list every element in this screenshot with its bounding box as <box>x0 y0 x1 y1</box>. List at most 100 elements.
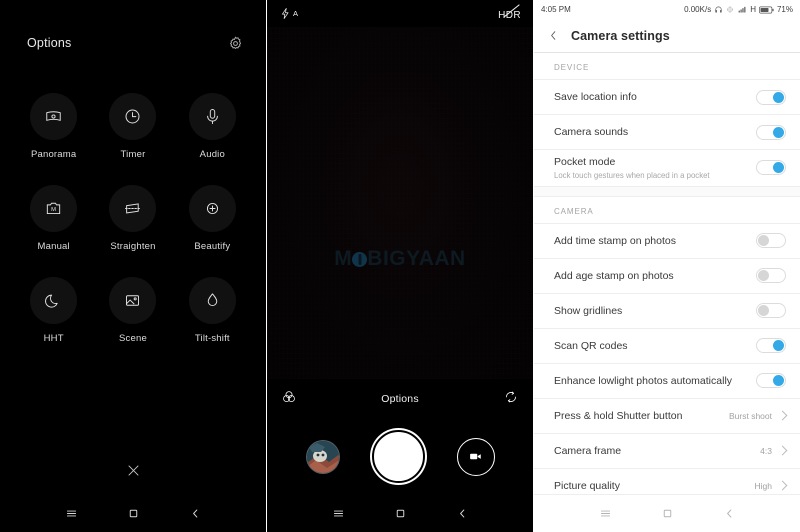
chevron-right-icon <box>777 410 788 421</box>
status-time: 4:05 PM <box>541 5 571 14</box>
row-label: Camera sounds <box>554 126 629 138</box>
camera-settings-panel: 4:05 PM 0.00K/s H 71% Camera settings DE… <box>534 0 800 532</box>
toggle-enhance-lowlight[interactable] <box>756 373 786 388</box>
three-panel-screenshot: Options Panorama Timer Audio M Manual St… <box>0 0 800 532</box>
setting-row-press-hold-shutter[interactable]: Press & hold Shutter button Burst shoot <box>534 397 800 433</box>
toggle-show-gridlines[interactable] <box>756 303 786 318</box>
panorama-icon <box>30 93 78 140</box>
toggle-knob <box>758 305 769 316</box>
toggle-add-time-stamp[interactable] <box>756 233 786 248</box>
option-item-scene[interactable]: Scene <box>93 277 172 344</box>
row-label: Add age stamp on photos <box>554 269 674 282</box>
camera-viewfinder-panel: M BIGYAAN A HDR Options <box>267 0 534 532</box>
row-label: Enhance lowlight photos automatically <box>554 374 733 387</box>
back-icon[interactable] <box>182 500 208 526</box>
back-icon[interactable] <box>716 501 742 527</box>
flash-auto-button[interactable]: A <box>279 7 298 20</box>
android-navbar-viewfinder <box>267 494 533 532</box>
android-navbar-options <box>0 494 266 532</box>
row-label: Press & hold Shutter button <box>554 409 683 422</box>
option-item-audio[interactable]: Audio <box>173 93 252 160</box>
chevron-right-icon <box>777 480 788 491</box>
toggle-scan-qr-codes[interactable] <box>756 338 786 353</box>
setting-row-camera-frame[interactable]: Camera frame 4:3 <box>534 432 800 468</box>
flash-auto-icon <box>282 8 289 19</box>
moon-icon <box>30 277 78 324</box>
menu-icon[interactable] <box>592 501 618 527</box>
option-label: Tilt-shift <box>194 333 230 344</box>
hdr-toggle-button[interactable]: HDR <box>498 3 521 23</box>
row-value: High <box>754 480 772 491</box>
beautify-icon <box>188 185 236 232</box>
network-speed-label: 0.00K/s <box>684 5 712 14</box>
row-label: Camera frame <box>554 444 622 457</box>
image-icon <box>109 277 157 324</box>
svg-text:M: M <box>51 207 56 213</box>
microphone-icon <box>188 93 236 140</box>
status-bar: 4:05 PM 0.00K/s H 71% <box>534 0 800 19</box>
setting-row-camera-sounds[interactable]: Camera sounds <box>534 114 800 149</box>
viewfinder-controls: Options <box>267 379 533 494</box>
viewfinder-topbar: A HDR <box>267 0 533 27</box>
setting-row-enhance-lowlight[interactable]: Enhance lowlight photos automatically <box>534 362 800 398</box>
row-label: Save location info <box>554 91 637 103</box>
toggle-knob <box>773 375 784 386</box>
menu-icon[interactable] <box>58 500 84 526</box>
flash-mode-label: A <box>293 9 299 18</box>
row-sublabel: Lock touch gestures when placed in a poc… <box>554 170 710 180</box>
row-label: Show gridlines <box>554 304 623 317</box>
option-label: Beautify <box>194 241 231 252</box>
thumbnail-image <box>306 440 339 473</box>
back-chevron-icon[interactable] <box>547 29 560 42</box>
toggle-knob <box>773 162 784 174</box>
row-value: Burst shoot <box>729 410 772 421</box>
option-label: Panorama <box>30 149 77 160</box>
headphone-icon <box>715 6 722 13</box>
gear-icon[interactable] <box>227 35 244 52</box>
toggle-knob <box>773 340 784 351</box>
camera-preview[interactable] <box>267 27 533 379</box>
home-icon[interactable] <box>387 500 413 526</box>
chevron-right-icon <box>777 445 788 456</box>
manual-mode-icon: M <box>30 185 78 232</box>
option-item-straighten[interactable]: Straighten <box>93 185 172 252</box>
option-item-manual[interactable]: M Manual <box>14 185 93 252</box>
menu-icon[interactable] <box>325 500 351 526</box>
option-item-timer[interactable]: Timer <box>93 93 172 160</box>
home-icon[interactable] <box>654 501 680 527</box>
signal-bars-icon <box>738 6 746 13</box>
video-record-button[interactable] <box>456 437 495 476</box>
option-item-hht[interactable]: HHT <box>14 277 93 344</box>
vibrate-icon <box>727 6 733 13</box>
shutter-button[interactable] <box>371 430 425 483</box>
toggle-add-age-stamp[interactable] <box>756 268 786 283</box>
close-icon <box>128 465 138 476</box>
camera-options-panel: Options Panorama Timer Audio M Manual St… <box>0 0 267 532</box>
toggle-knob <box>773 126 784 138</box>
setting-row-show-gridlines[interactable]: Show gridlines <box>534 292 800 328</box>
toggle-save-location-info[interactable] <box>756 89 786 105</box>
shutter-row <box>267 419 533 494</box>
close-options-button[interactable] <box>0 462 266 479</box>
home-icon[interactable] <box>120 500 146 526</box>
option-item-tilt-shift[interactable]: Tilt-shift <box>173 277 252 344</box>
option-label: Manual <box>37 241 70 252</box>
option-item-panorama[interactable]: Panorama <box>14 93 93 160</box>
setting-row-add-age-stamp[interactable]: Add age stamp on photos <box>534 257 800 293</box>
toggle-camera-sounds[interactable] <box>756 124 786 140</box>
setting-row-picture-quality[interactable]: Picture quality High <box>534 467 800 495</box>
network-type-label: H <box>750 5 756 14</box>
section-header-device: DEVICE <box>554 63 590 72</box>
toggle-knob <box>773 91 784 103</box>
setting-row-scan-qr-codes[interactable]: Scan QR codes <box>534 327 800 363</box>
setting-row-add-time-stamp[interactable]: Add time stamp on photos <box>534 222 800 258</box>
row-label: Scan QR codes <box>554 339 628 352</box>
back-icon[interactable] <box>449 500 475 526</box>
setting-row-save-location-info[interactable]: Save location info <box>534 79 800 114</box>
option-label: HHT <box>43 333 64 344</box>
gallery-thumbnail[interactable] <box>305 439 340 474</box>
setting-row-pocket-mode[interactable]: Pocket mode Lock touch gestures when pla… <box>534 149 800 186</box>
option-item-beautify[interactable]: Beautify <box>173 185 252 252</box>
toggle-pocket-mode[interactable] <box>756 160 786 176</box>
page-title: Camera settings <box>571 28 670 43</box>
